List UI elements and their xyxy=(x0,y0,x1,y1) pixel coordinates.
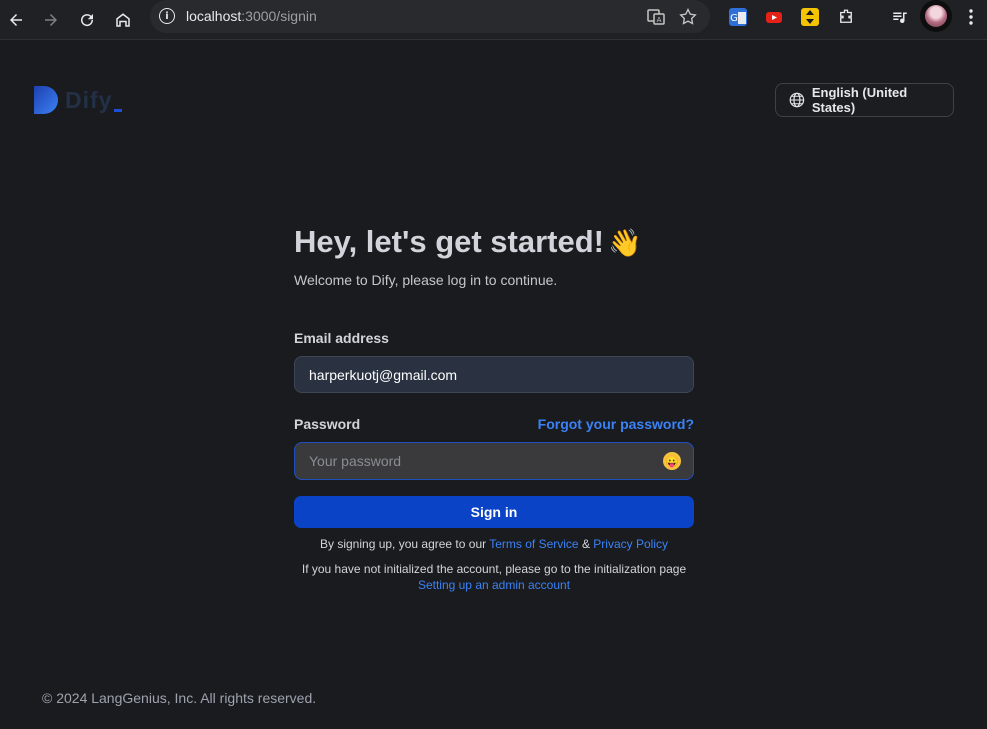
bookmark-star-icon[interactable] xyxy=(678,7,698,27)
reload-icon xyxy=(81,14,94,27)
home-icon xyxy=(116,13,130,27)
email-value: harperkuotj@gmail.com xyxy=(309,366,458,383)
translate-icon[interactable]: A xyxy=(646,7,666,27)
arrows-extension-icon[interactable] xyxy=(801,8,819,26)
title-text: Hey, let's get started! xyxy=(294,224,604,259)
back-arrow-icon xyxy=(10,14,22,26)
page-title: Hey, let's get started! 👋 xyxy=(294,222,694,264)
dify-logo-icon xyxy=(34,86,58,114)
language-label: English (United States) xyxy=(811,85,908,115)
admin-setup-link[interactable]: Setting up an admin account xyxy=(418,578,570,592)
avatar-image xyxy=(925,5,947,27)
sign-in-button[interactable]: Sign in xyxy=(294,496,694,528)
password-visibility-toggle-icon[interactable]: 😛 xyxy=(663,452,681,470)
logo-text: Dify xyxy=(65,86,113,113)
password-label: Password xyxy=(294,416,361,432)
address-bar[interactable]: i localhost:3000/signin A xyxy=(150,0,710,33)
profile-avatar[interactable] xyxy=(920,0,952,32)
url-text[interactable]: localhost:3000/signin xyxy=(186,8,317,24)
init-notice: If you have not initialized the account,… xyxy=(294,561,694,593)
terms-ampersand: & xyxy=(581,537,590,551)
terms-notice: By signing up, you agree to our Terms of… xyxy=(294,537,694,551)
browser-menu-icon[interactable] xyxy=(962,8,980,26)
home-button[interactable] xyxy=(109,6,137,34)
terms-prefix: By signing up, you agree to our xyxy=(320,537,487,551)
language-selector[interactable]: English (United States) xyxy=(775,83,954,117)
google-translate-extension-icon[interactable]: G xyxy=(729,8,747,26)
site-info-icon[interactable]: i xyxy=(159,8,175,24)
forgot-password-link[interactable]: Forgot your password? xyxy=(538,416,694,432)
password-field[interactable]: Your password 😛 xyxy=(294,442,694,480)
email-field[interactable]: harperkuotj@gmail.com xyxy=(294,356,694,393)
forward-button[interactable] xyxy=(37,6,65,34)
privacy-policy-link[interactable]: Privacy Policy xyxy=(593,537,668,551)
logo-accent xyxy=(114,108,123,112)
svg-text:A: A xyxy=(657,16,662,24)
svg-text:G: G xyxy=(730,13,738,24)
media-controls-icon[interactable] xyxy=(891,8,909,26)
dify-logo[interactable]: Dify xyxy=(34,86,123,114)
init-prefix: If you have not initialized the account,… xyxy=(301,562,687,576)
youtube-extension-icon[interactable] xyxy=(765,8,783,26)
browser-toolbar: i localhost:3000/signin A G xyxy=(0,0,987,40)
terms-of-service-link[interactable]: Terms of Service xyxy=(489,537,578,551)
reload-button[interactable] xyxy=(73,6,101,34)
forward-arrow-icon xyxy=(45,14,57,26)
password-placeholder: Your password xyxy=(309,453,402,469)
waving-hand-icon: 👋 xyxy=(608,228,642,259)
url-path: :3000/signin xyxy=(241,8,317,24)
page-subtitle: Welcome to Dify, please log in to contin… xyxy=(294,272,558,288)
back-button[interactable] xyxy=(2,6,30,34)
globe-icon xyxy=(789,92,805,108)
signin-form: Hey, let's get started! 👋 Welcome to Dify… xyxy=(294,222,694,592)
extensions-puzzle-icon[interactable] xyxy=(837,8,855,26)
url-host: localhost xyxy=(186,8,242,24)
email-label: Email address xyxy=(294,330,389,346)
footer-copyright: © 2024 LangGenius, Inc. All rights reser… xyxy=(42,690,317,706)
